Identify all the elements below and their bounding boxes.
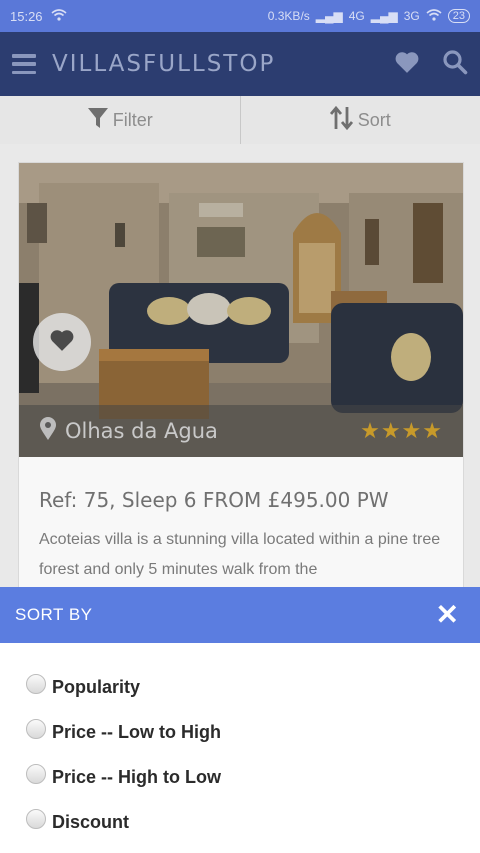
radio-button[interactable] [26, 763, 46, 784]
app-title: VILLASFULLSTOP [52, 51, 276, 77]
sort-options: Popularity Price -- Low to High Price --… [0, 643, 480, 841]
sort-option-popularity[interactable]: Popularity [0, 661, 480, 706]
location-pin-icon [39, 416, 57, 446]
search-icon[interactable] [442, 49, 468, 80]
sort-sheet-title: SORT BY [15, 605, 93, 624]
sort-option-label: Price -- High to Low [52, 767, 221, 787]
location-strip: Olhas da Agua ★★★★ [19, 405, 463, 457]
sort-icon [329, 105, 354, 136]
filter-sort-toolbar: Filter Sort [0, 96, 480, 145]
villa-photo[interactable]: Olhas da Agua ★★★★ [19, 163, 463, 457]
heart-icon [49, 328, 75, 357]
villa-card[interactable]: Olhas da Agua ★★★★ Ref: 75, Sleep 6 FROM… [18, 162, 464, 604]
sort-option-discount[interactable]: Discount [0, 796, 480, 841]
listing-ref: Ref: 75, Sleep 6 FROM £495.00 PW [39, 488, 389, 512]
heart-icon[interactable] [394, 50, 420, 79]
app-bar: VILLASFULLSTOP [0, 32, 480, 96]
menu-icon[interactable] [12, 54, 36, 74]
status-time: 15:26 [10, 8, 43, 24]
radio-button[interactable] [26, 673, 46, 694]
listing-description: Acoteias villa is a stunning villa locat… [39, 531, 441, 578]
favorite-button[interactable] [33, 313, 91, 371]
sort-option-price-low-high[interactable]: Price -- Low to High [0, 706, 480, 751]
radio-button[interactable] [26, 718, 46, 739]
location-name: Olhas da Agua [65, 419, 218, 443]
wifi-icon [426, 8, 442, 24]
signal-icon: ▂▄▆ [315, 9, 343, 23]
sort-label: Sort [357, 109, 391, 130]
sort-option-label: Popularity [52, 677, 141, 697]
signal-label-3g: 3G [403, 9, 420, 23]
battery-indicator: 23 [447, 9, 470, 23]
wifi-icon [51, 8, 67, 24]
sort-sheet-header: SORT BY ✕ [0, 587, 480, 643]
listing-content: Olhas da Agua ★★★★ Ref: 75, Sleep 6 FROM… [0, 144, 480, 604]
sort-option-label: Discount [52, 812, 130, 832]
sort-option-price-high-low[interactable]: Price -- High to Low [0, 751, 480, 796]
close-icon[interactable]: ✕ [430, 601, 465, 629]
filter-label: Filter [112, 109, 153, 130]
star-rating: ★★★★ [360, 418, 443, 443]
sort-sheet: SORT BY ✕ Popularity Price -- Low to Hig… [0, 587, 480, 853]
sort-option-label: Price -- Low to High [52, 722, 221, 742]
signal-icon: ▂▄▆ [370, 9, 398, 23]
filter-icon [87, 106, 109, 135]
status-bar: 15:26 0.3KB/s ▂▄▆ 4G ▂▄▆ 3G 23 [0, 0, 480, 32]
sort-button[interactable]: Sort [241, 96, 480, 144]
radio-button[interactable] [26, 808, 46, 829]
network-speed: 0.3KB/s [267, 9, 310, 23]
filter-button[interactable]: Filter [0, 96, 240, 144]
signal-label-4g: 4G [348, 9, 365, 23]
